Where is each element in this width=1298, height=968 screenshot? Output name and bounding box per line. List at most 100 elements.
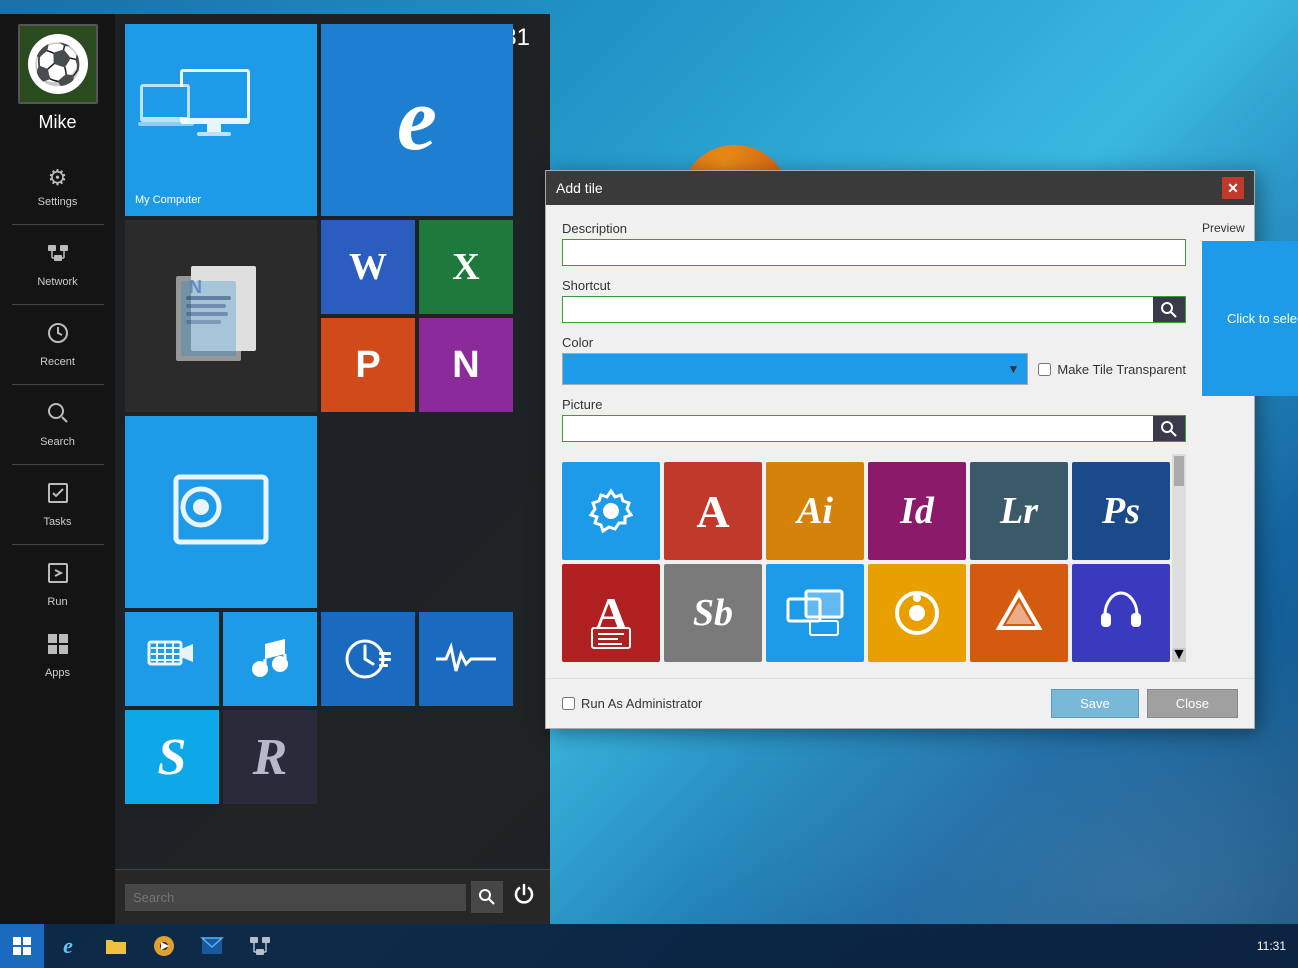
- tile-word[interactable]: W: [321, 220, 415, 314]
- icon-tile-illustrator[interactable]: Ai: [766, 462, 864, 560]
- color-select[interactable]: ▼: [562, 353, 1028, 385]
- run-as-admin-checkbox[interactable]: [562, 697, 575, 710]
- dialog-title: Add tile: [556, 180, 603, 196]
- save-button[interactable]: Save: [1051, 689, 1139, 718]
- sidebar-item-recent[interactable]: Recent: [0, 309, 115, 380]
- scrollbar-down-arrow[interactable]: ▼: [1172, 648, 1186, 662]
- word-icon: W: [349, 245, 387, 289]
- onenote-icon: N: [452, 344, 479, 387]
- power-button[interactable]: [508, 878, 540, 916]
- icon-tile-photoshop[interactable]: Ps: [1072, 462, 1170, 560]
- dialog-close-button[interactable]: ✕: [1222, 177, 1244, 199]
- scrollbar-thumb[interactable]: [1174, 456, 1184, 486]
- icon-tile-lightroom[interactable]: Lr: [970, 462, 1068, 560]
- transparent-checkbox[interactable]: [1038, 363, 1051, 376]
- dialog-left-panel: Description Shortcut Color: [562, 221, 1186, 662]
- shortcut-label: Shortcut: [562, 278, 1186, 293]
- preview-label: Preview: [1202, 221, 1298, 235]
- tile-my-computer[interactable]: My Computer: [125, 24, 317, 216]
- shortcut-browse-button[interactable]: [1153, 297, 1185, 322]
- taskbar-outlook-button[interactable]: [188, 924, 236, 968]
- tile-powerpoint[interactable]: P: [321, 318, 415, 412]
- sidebar-nav: ⚙ Settings Network: [0, 153, 115, 691]
- preview-tile-text: Click to select a Picture: [1227, 311, 1298, 326]
- start-menu: ⚽ Mike ⚙ Settings: [0, 14, 550, 924]
- icon-tile-multiscreen[interactable]: [766, 564, 864, 662]
- sidebar-item-settings[interactable]: ⚙ Settings: [0, 153, 115, 220]
- description-input[interactable]: [562, 239, 1186, 266]
- sidebar-item-search[interactable]: Search: [0, 389, 115, 460]
- icon-tile-headphones[interactable]: [1072, 564, 1170, 662]
- icon-tile-artrage[interactable]: [970, 564, 1068, 662]
- close-button[interactable]: Close: [1147, 689, 1238, 718]
- icon-tile-acrobat[interactable]: A: [664, 462, 762, 560]
- sidebar-item-run[interactable]: Run: [0, 549, 115, 620]
- icon-grid-scrollbar[interactable]: ▼: [1172, 454, 1186, 662]
- tile-music[interactable]: [223, 612, 317, 706]
- shortcut-row: Shortcut: [562, 278, 1186, 323]
- picture-input[interactable]: [563, 416, 1153, 441]
- shortcut-input-group: [562, 296, 1186, 323]
- color-row: Color ▼ Make Tile Transparent: [562, 335, 1186, 385]
- tile-skype[interactable]: S: [125, 710, 219, 804]
- picture-row: Picture: [562, 397, 1186, 442]
- search-icon: [46, 401, 70, 431]
- icon-tile-soundbooth[interactable]: Sb: [664, 564, 762, 662]
- picture-browse-button[interactable]: [1153, 416, 1185, 441]
- dialog-footer: Run As Administrator Save Close: [546, 678, 1254, 728]
- run-icon: [46, 561, 70, 591]
- sidebar-item-apps[interactable]: Apps: [0, 620, 115, 691]
- svg-text:N: N: [189, 277, 202, 297]
- tile-onenote[interactable]: N: [419, 318, 513, 412]
- search-input[interactable]: [125, 884, 466, 911]
- tile-clock[interactable]: [321, 612, 415, 706]
- taskbar-explorer-button[interactable]: [92, 924, 140, 968]
- sidebar-item-tasks[interactable]: Tasks: [0, 469, 115, 540]
- network-icon: [46, 241, 70, 271]
- avatar[interactable]: ⚽: [18, 24, 98, 104]
- recent-icon: [46, 321, 70, 351]
- run-as-admin-row: Run As Administrator: [562, 696, 702, 711]
- divider: [12, 464, 104, 465]
- tiles-area: 11:31: [115, 14, 550, 869]
- taskbar: e 11:31: [0, 924, 1298, 968]
- sidebar: ⚽ Mike ⚙ Settings: [0, 14, 115, 924]
- tile-ie[interactable]: e: [321, 24, 513, 216]
- add-tile-dialog: Add tile ✕ Description Shortcut: [545, 170, 1255, 729]
- transparent-label: Make Tile Transparent: [1057, 362, 1186, 377]
- taskbar-media-button[interactable]: [140, 924, 188, 968]
- tile-activity[interactable]: [419, 612, 513, 706]
- powerpoint-icon: P: [355, 344, 380, 387]
- divider: [12, 544, 104, 545]
- preview-tile[interactable]: Click to select a Picture: [1202, 241, 1298, 396]
- divider: [12, 224, 104, 225]
- tile-reel[interactable]: R: [223, 710, 317, 804]
- start-button[interactable]: [0, 924, 44, 968]
- icon-tile-snap[interactable]: [868, 564, 966, 662]
- divider: [12, 384, 104, 385]
- picture-input-group: [562, 415, 1186, 442]
- taskbar-ie-button[interactable]: e: [44, 924, 92, 968]
- dialog-body: Description Shortcut Color: [546, 205, 1254, 678]
- tile-video[interactable]: [125, 612, 219, 706]
- icon-tile-settings[interactable]: [562, 462, 660, 560]
- username: Mike: [38, 112, 76, 133]
- color-label: Color: [562, 335, 1186, 350]
- dialog-right-panel: Preview Click to select a Picture: [1202, 221, 1298, 662]
- tile-excel[interactable]: X: [419, 220, 513, 314]
- apps-icon: [46, 632, 70, 662]
- search-go-button[interactable]: [471, 881, 503, 913]
- taskbar-network-button[interactable]: [236, 924, 284, 968]
- tile-my-computer-label: My Computer: [135, 194, 201, 206]
- icon-grid-scroll: A Ai Id Lr Ps: [562, 454, 1186, 662]
- shortcut-input[interactable]: [563, 297, 1153, 322]
- dialog-titlebar: Add tile ✕: [546, 171, 1254, 205]
- tile-pictures[interactable]: [125, 416, 317, 608]
- divider: [12, 304, 104, 305]
- icon-tile-indesign[interactable]: Id: [868, 462, 966, 560]
- tile-my-documents[interactable]: N: [125, 220, 317, 412]
- taskbar-clock: 11:31: [1245, 939, 1298, 953]
- sidebar-item-network[interactable]: Network: [0, 229, 115, 300]
- run-as-admin-label: Run As Administrator: [581, 696, 702, 711]
- color-dropdown-arrow: ▼: [1007, 362, 1019, 376]
